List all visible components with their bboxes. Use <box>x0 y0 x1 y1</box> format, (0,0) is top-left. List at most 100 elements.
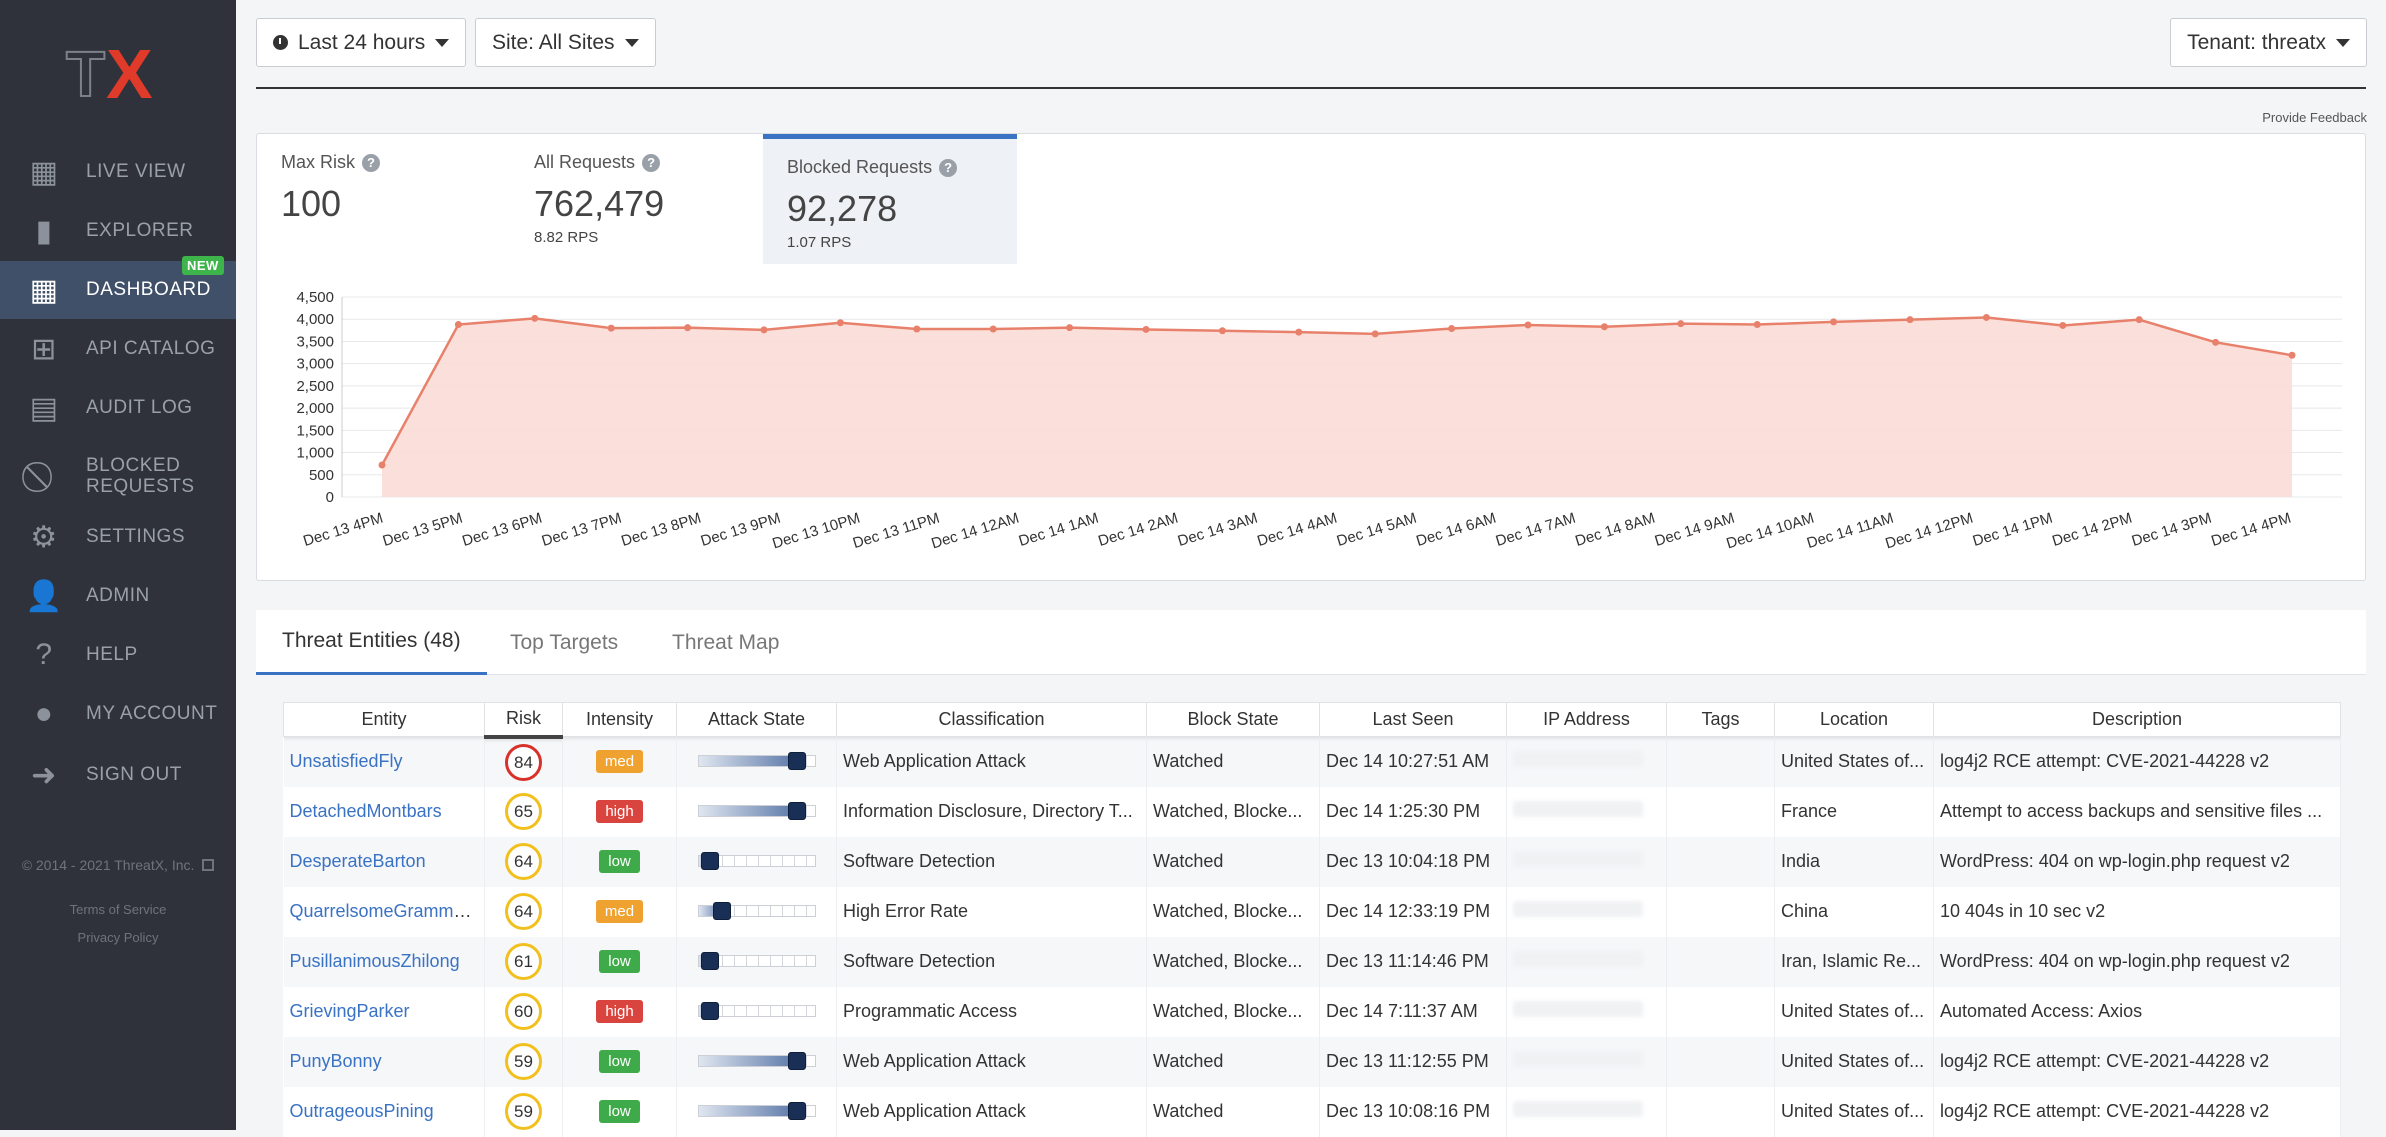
cell-block-state: Watched <box>1146 736 1320 787</box>
sidebar-item-help[interactable]: ? HELP <box>0 626 236 684</box>
column-header-last-seen[interactable]: Last Seen <box>1319 702 1507 737</box>
sidebar-item-dashboard[interactable]: ▦ DASHBOARD NEW <box>0 256 236 319</box>
divider <box>256 87 2366 89</box>
column-header-block-state[interactable]: Block State <box>1146 702 1320 737</box>
sidebar-item-blocked[interactable]: ⃠ BLOCKED REQUESTS <box>0 448 236 506</box>
cell-entity: OutrageousPining <box>283 1086 485 1137</box>
column-header-intensity[interactable]: Intensity <box>562 702 677 737</box>
table-row[interactable]: PusillanimousZhilong 61 low Software Detect… <box>283 936 2341 987</box>
tab-top-targets[interactable]: Top Targets <box>510 610 618 675</box>
entity-link[interactable]: PusillanimousZhilong <box>290 951 460 971</box>
stats-chart-card: 4,500 4,000 3,500 3,000 2,500 2,000 1,500 1,000… <box>256 133 2366 581</box>
data-point <box>760 326 768 334</box>
cell-last-seen: Dec 13 10:08:16 PM <box>1319 1086 1507 1137</box>
audit-log-icon: ▤ <box>29 391 59 425</box>
entity-link[interactable]: GrievingParker <box>290 1001 410 1021</box>
user-icon: ● <box>34 697 54 730</box>
column-header-attack-state[interactable]: Attack State <box>676 702 837 737</box>
help-icon[interactable]: ? <box>642 153 661 172</box>
entity-link[interactable]: OutrageousPining <box>290 1101 434 1121</box>
tab-threat-map[interactable]: Threat Map <box>672 610 779 675</box>
table-row[interactable]: OutrageousPining 59 low Web Application Att… <box>283 1086 2341 1137</box>
sidebar-item-explorer[interactable]: ▮ EXPLORER <box>0 202 236 260</box>
location-text: United States of... <box>1781 1101 1925 1121</box>
column-header-tags[interactable]: Tags <box>1666 702 1775 737</box>
clock-icon <box>273 35 288 50</box>
cell-attack-state <box>676 986 837 1037</box>
column-header-risk[interactable]: Risk <box>484 702 563 739</box>
column-header-ip-address[interactable]: IP Address <box>1506 702 1667 737</box>
sidebar-item-label: SETTINGS <box>86 526 186 547</box>
external-link-icon[interactable] <box>202 859 215 871</box>
dashboard-icon: ▦ <box>29 273 59 307</box>
entity-link[interactable]: UnsatisfiedFly <box>290 751 403 771</box>
stat-blocked-requests[interactable]: Blocked Requests? 92,278 1.07 RPS <box>763 134 1017 264</box>
help-icon[interactable]: ? <box>939 158 958 177</box>
ip-address-redacted <box>1513 951 1643 967</box>
cell-block-state: Watched <box>1146 1036 1320 1087</box>
data-point <box>1982 313 1990 321</box>
stat-value: 92,278 <box>787 188 898 229</box>
time-range-dropdown[interactable]: Last 24 hours <box>256 18 467 67</box>
block-state-text: Watched <box>1153 1051 1224 1071</box>
sidebar-item-audit-log[interactable]: ▤ AUDIT LOG <box>0 379 236 437</box>
cell-tags <box>1666 1036 1775 1087</box>
column-header-classification[interactable]: Classification <box>836 702 1147 737</box>
entity-link[interactable]: DesperateBarton <box>290 851 426 871</box>
cell-risk: 61 <box>484 936 563 987</box>
entity-link[interactable]: QuarrelsomeGrammont <box>290 901 479 921</box>
entity-link[interactable]: PunyBonny <box>290 1051 382 1071</box>
table-row[interactable]: DesperateBarton 64 low Software Detection Wa… <box>283 836 2341 887</box>
attack-state-slider <box>697 1002 816 1020</box>
table-row[interactable]: PunyBonny 59 low Web Application Attack Watc… <box>283 1036 2341 1087</box>
tab-threat-entities[interactable]: Threat Entities (48) <box>256 610 487 675</box>
description-text: log4j2 RCE attempt: CVE-2021-44228 v2 <box>1940 1051 2270 1071</box>
data-point <box>607 324 615 332</box>
site-dropdown[interactable]: Site: All Sites <box>475 18 656 67</box>
table-row[interactable]: GrievingParker 60 high Programmatic Access W… <box>283 986 2341 1037</box>
x-tick-label: Dec 14 1AM <box>1017 510 1101 550</box>
column-header-location[interactable]: Location <box>1774 702 1934 737</box>
last-seen-text: Dec 14 12:33:19 PM <box>1326 901 1491 921</box>
cell-classification: Software Detection <box>836 936 1147 987</box>
cell-description: WordPress: 404 on wp-login.php request v… <box>1933 936 2341 987</box>
sidebar-item-admin[interactable]: 👤 ADMIN <box>0 567 236 625</box>
stat-all-requests[interactable]: All Requests? 762,479 8.82 RPS <box>510 134 760 264</box>
y-tick-label: 1,000 <box>296 445 334 462</box>
table-row[interactable]: UnsatisfiedFly 84 med Web Application Attac… <box>283 736 2341 787</box>
data-point <box>531 314 539 322</box>
tenant-dropdown[interactable]: Tenant: threatx <box>2170 18 2367 67</box>
provide-feedback-link[interactable]: Provide Feedback <box>2262 110 2367 125</box>
cell-classification: Web Application Attack <box>836 1086 1147 1137</box>
data-point <box>1371 330 1379 338</box>
stat-title: All Requests <box>534 152 636 172</box>
sidebar-item-sign-out[interactable]: ➜ SIGN OUT <box>0 746 236 804</box>
column-header-description[interactable]: Description <box>1933 702 2341 737</box>
risk-score: 60 <box>505 993 542 1030</box>
table-row[interactable]: QuarrelsomeGrammont 64 med High Error Rate W… <box>283 886 2341 937</box>
sidebar-item-settings[interactable]: ⚙ SETTINGS <box>0 508 236 566</box>
stat-value: 762,479 <box>534 183 665 224</box>
terms-link[interactable]: Terms of Service <box>0 902 236 917</box>
cell-last-seen: Dec 13 10:04:18 PM <box>1319 836 1507 887</box>
column-header-entity[interactable]: Entity <box>283 702 485 737</box>
cell-classification: Software Detection <box>836 836 1147 887</box>
classification-text: Software Detection <box>843 851 996 871</box>
stat-max-risk[interactable]: Max Risk? 100 <box>257 134 507 264</box>
help-icon[interactable]: ? <box>362 153 381 172</box>
threatx-logo[interactable]: T X <box>64 40 170 104</box>
y-tick-label: 500 <box>309 467 334 484</box>
x-tick-label: Dec 14 7AM <box>1494 510 1578 550</box>
entity-link[interactable]: DetachedMontbars <box>290 801 442 821</box>
sidebar-item-my-account[interactable]: ● MY ACCOUNT <box>0 685 236 743</box>
slider-knob <box>788 1052 807 1070</box>
sidebar-item-api-catalog[interactable]: ⊞ API CATALOG <box>0 320 236 378</box>
data-point <box>836 319 844 327</box>
sidebar-item-live-view[interactable]: ▦ LIVE VIEW <box>0 143 236 201</box>
cell-attack-state <box>676 1086 837 1137</box>
privacy-link[interactable]: Privacy Policy <box>0 930 236 945</box>
x-tick-label: Dec 14 12PM <box>1883 510 1975 553</box>
data-point <box>1830 318 1838 326</box>
table-row[interactable]: DetachedMontbars 65 high Information Disclo… <box>283 786 2341 837</box>
y-tick-label: 4,500 <box>296 289 334 306</box>
